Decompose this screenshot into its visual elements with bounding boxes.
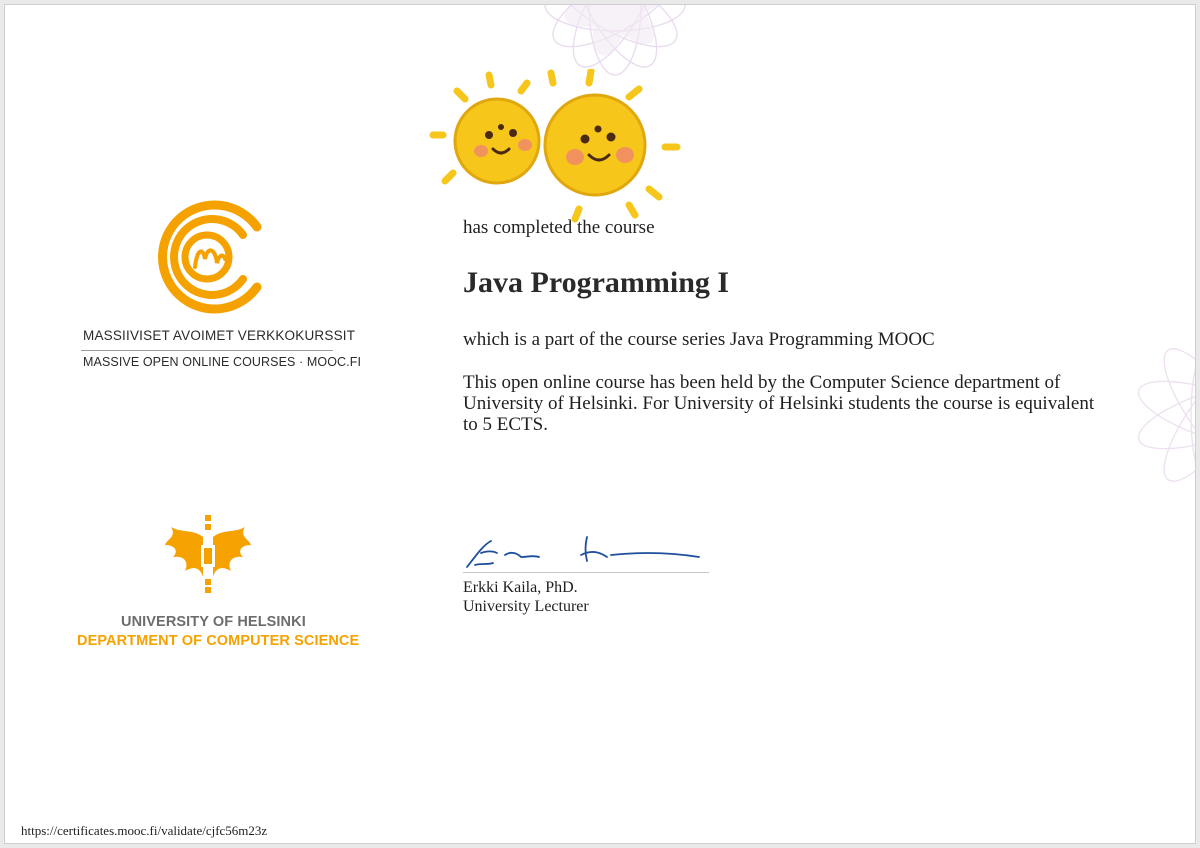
- department-name: DEPARTMENT OF COMPUTER SCIENCE: [77, 633, 360, 649]
- signer-title: University Lecturer: [463, 598, 589, 615]
- signature-line: [463, 572, 709, 573]
- completed-text: has completed the course: [463, 217, 655, 238]
- university-of-helsinki-flame-icon: [165, 515, 251, 593]
- flower-decoration-right-icon: [1137, 348, 1195, 482]
- mooc-logo-icon: [158, 200, 262, 314]
- handwritten-signature-icon: [466, 536, 700, 568]
- mooc-logo-divider: [81, 350, 333, 351]
- mooc-logo-text-english: MASSIVE OPEN ONLINE COURSES · MOOC.FI: [83, 355, 362, 369]
- validation-url[interactable]: https://certificates.mooc.fi/validate/cj…: [21, 823, 267, 839]
- mooc-logo-text-finnish: MASSIIVISET AVOIMET VERKKOKURSSIT: [83, 328, 356, 343]
- course-description: This open online course has been held by…: [463, 372, 1095, 435]
- course-title: Java Programming I: [463, 266, 730, 299]
- signer-name: Erkki Kaila, PhD.: [463, 579, 578, 596]
- course-series-text: which is a part of the course series Jav…: [463, 329, 935, 350]
- certificate-page: MASSIIVISET AVOIMET VERKKOKURSSIT MASSIV…: [4, 4, 1196, 844]
- sun-stickers-icon: [429, 69, 681, 223]
- university-name: UNIVERSITY OF HELSINKI: [121, 614, 306, 630]
